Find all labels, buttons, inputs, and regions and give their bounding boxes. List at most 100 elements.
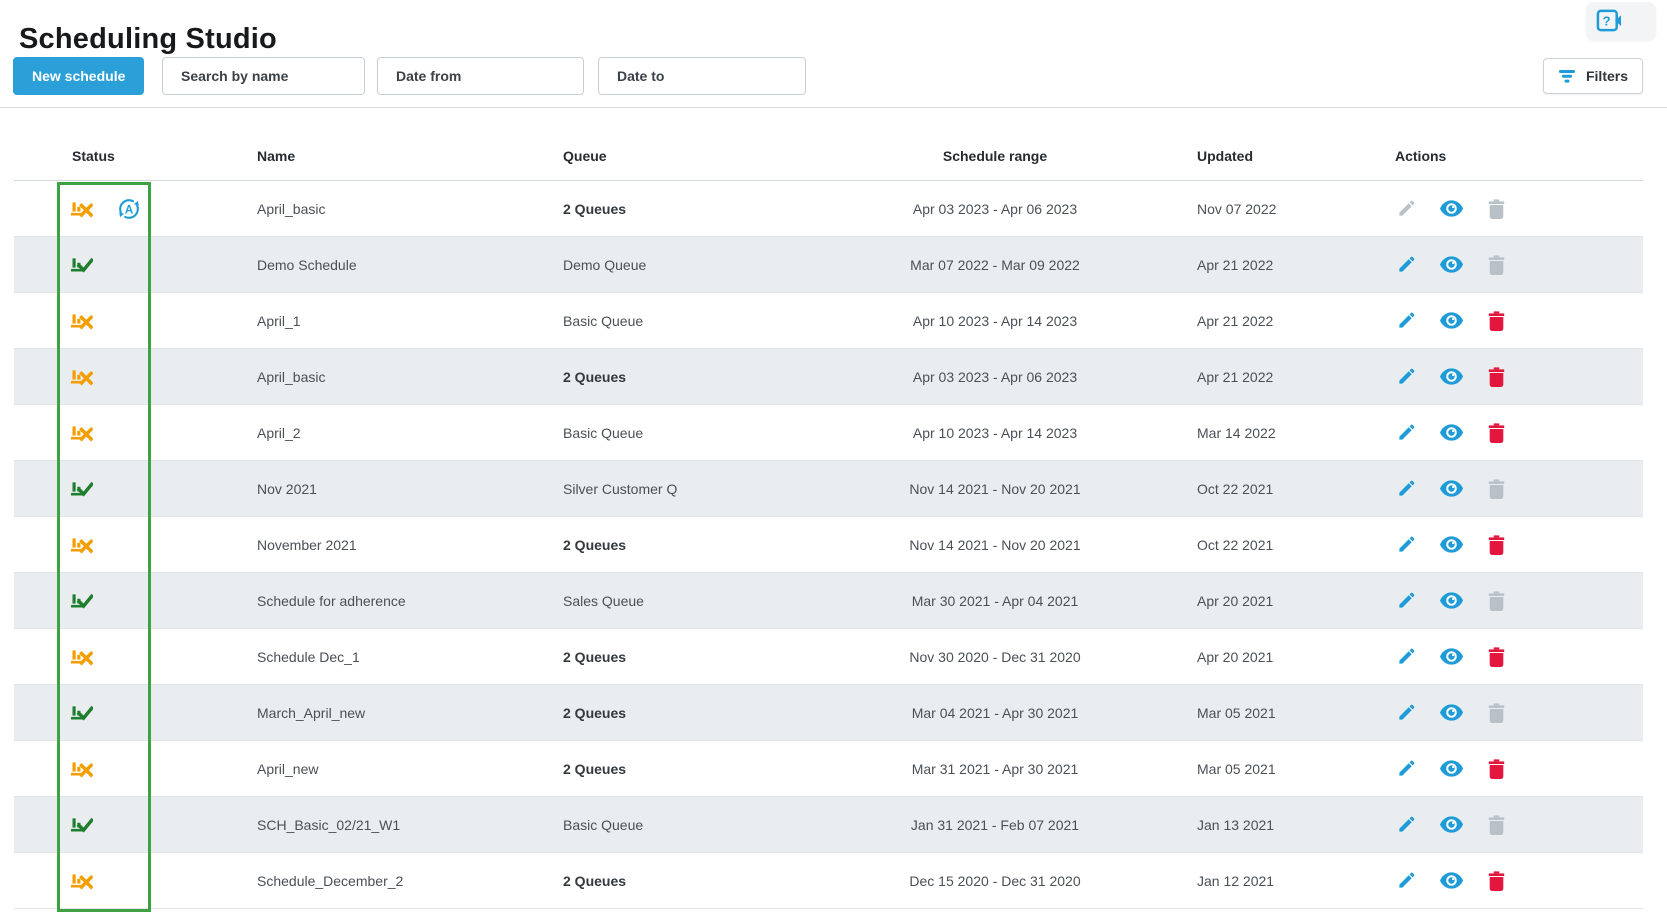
table-row: Schedule Dec_12 QueuesNov 30 2020 - Dec … [14,629,1643,685]
edit-button[interactable] [1395,534,1418,556]
actions-cell [1370,758,1643,780]
edit-button[interactable] [1395,870,1418,892]
view-button[interactable] [1440,758,1463,780]
search-input[interactable] [162,57,365,95]
delete-button[interactable] [1485,198,1508,220]
view-button[interactable] [1440,590,1463,612]
view-button[interactable] [1440,422,1463,444]
schedule-queue: 2 Queues [550,649,820,665]
table-row: April_2Basic QueueApr 10 2023 - Apr 14 2… [14,405,1643,461]
filters-button-label: Filters [1586,68,1628,84]
view-button[interactable] [1440,366,1463,388]
pencil-icon [1397,647,1416,666]
schedule-range: Apr 10 2023 - Apr 14 2023 [820,425,1170,441]
actions-cell [1370,198,1643,220]
eye-icon [1440,872,1463,889]
schedule-range: Mar 07 2022 - Mar 09 2022 [820,257,1170,273]
delete-button[interactable] [1485,814,1508,836]
edit-button[interactable] [1395,590,1418,612]
trash-icon [1488,479,1505,499]
edit-button[interactable] [1395,702,1418,724]
eye-icon [1440,312,1463,329]
view-button[interactable] [1440,254,1463,276]
edit-button[interactable] [1395,422,1418,444]
trash-icon [1488,423,1505,443]
schedule-updated: Apr 21 2022 [1170,369,1370,385]
schedule-name: Nov 2021 [230,481,550,497]
actions-cell [1370,422,1643,444]
table-row: SCH_Basic_02/21_W1Basic QueueJan 31 2021… [14,797,1643,853]
edit-button[interactable] [1395,758,1418,780]
edit-button[interactable] [1395,198,1418,220]
schedule-queue: 2 Queues [550,201,820,217]
view-button[interactable] [1440,198,1463,220]
edit-button[interactable] [1395,310,1418,332]
view-button[interactable] [1440,814,1463,836]
chart-check-icon [70,253,93,276]
filters-button[interactable]: Filters [1543,58,1643,94]
date-from-input[interactable] [377,57,584,95]
delete-button[interactable] [1485,534,1508,556]
schedule-range: Apr 03 2023 - Apr 06 2023 [820,369,1170,385]
delete-button[interactable] [1485,310,1508,332]
table-row: November 20212 QueuesNov 14 2021 - Nov 2… [14,517,1643,573]
delete-button[interactable] [1485,646,1508,668]
new-schedule-button[interactable]: New schedule [13,57,144,95]
svg-text:A: A [125,204,133,216]
view-button[interactable] [1440,534,1463,556]
chart-check-icon [70,701,93,724]
date-to-input[interactable] [598,57,806,95]
pencil-icon [1397,871,1416,890]
edit-button[interactable] [1395,254,1418,276]
column-header-updated: Updated [1170,124,1370,164]
schedule-name: Schedule for adherence [230,593,550,609]
schedule-range: Mar 30 2021 - Apr 04 2021 [820,593,1170,609]
table-row: Demo ScheduleDemo QueueMar 07 2022 - Mar… [14,237,1643,293]
delete-button[interactable] [1485,870,1508,892]
view-button[interactable] [1440,646,1463,668]
schedule-range: Dec 15 2020 - Dec 31 2020 [820,873,1170,889]
pencil-icon [1397,423,1416,442]
schedule-name: Schedule_December_2 [230,873,550,889]
status-cell [14,645,230,668]
pencil-icon [1397,759,1416,778]
view-button[interactable] [1440,310,1463,332]
column-header-actions: Actions [1370,124,1643,164]
chart-x-icon [70,365,93,388]
status-cell [14,477,230,500]
delete-button[interactable] [1485,758,1508,780]
chart-x-icon [70,309,93,332]
help-button[interactable]: ? [1586,2,1656,40]
actions-cell [1370,590,1643,612]
column-header-queue: Queue [550,124,820,164]
status-cell [14,421,230,444]
delete-button[interactable] [1485,366,1508,388]
trash-icon [1488,311,1505,331]
trash-icon [1488,759,1505,779]
schedule-queue: 2 Queues [550,705,820,721]
schedule-range: Nov 14 2021 - Nov 20 2021 [820,481,1170,497]
edit-button[interactable] [1395,478,1418,500]
edit-button[interactable] [1395,366,1418,388]
view-button[interactable] [1440,478,1463,500]
edit-button[interactable] [1395,814,1418,836]
delete-button[interactable] [1485,254,1508,276]
schedule-range: Mar 04 2021 - Apr 30 2021 [820,705,1170,721]
schedule-updated: Mar 05 2021 [1170,705,1370,721]
delete-button[interactable] [1485,702,1508,724]
status-cell [14,309,230,332]
view-button[interactable] [1440,702,1463,724]
actions-cell [1370,870,1643,892]
edit-button[interactable] [1395,646,1418,668]
pencil-icon [1397,591,1416,610]
view-button[interactable] [1440,870,1463,892]
eye-icon [1440,368,1463,385]
delete-button[interactable] [1485,478,1508,500]
delete-button[interactable] [1485,590,1508,612]
delete-button[interactable] [1485,422,1508,444]
chart-x-icon [70,757,93,780]
schedule-name: April_basic [230,201,550,217]
schedule-queue: 2 Queues [550,369,820,385]
trash-icon [1488,703,1505,723]
schedule-updated: Nov 07 2022 [1170,201,1370,217]
